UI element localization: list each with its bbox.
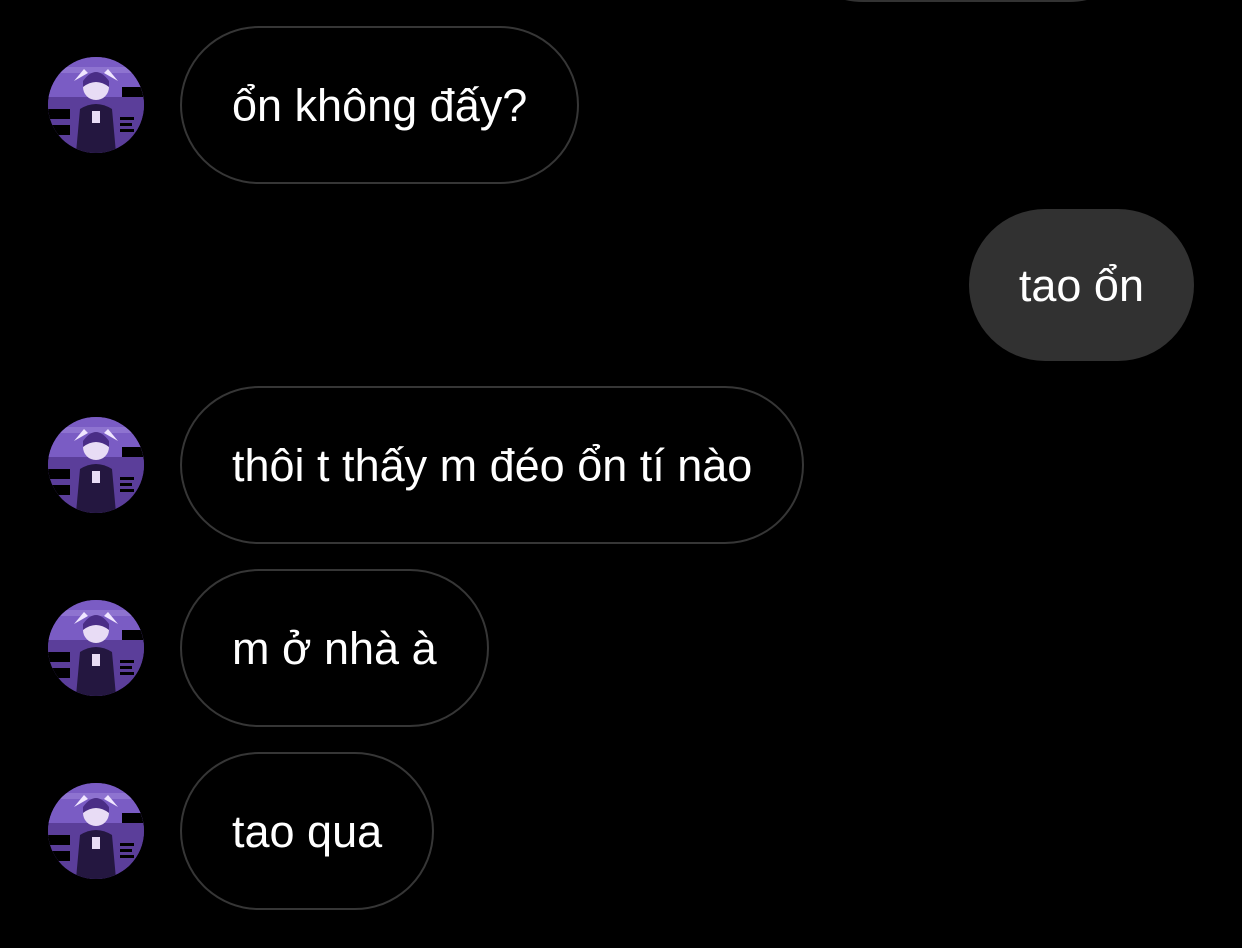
message-text: tao ổn bbox=[1018, 259, 1144, 311]
message-text: m ở nhà à bbox=[232, 622, 437, 674]
anime-character-avatar-icon bbox=[48, 417, 144, 513]
incoming-message-bubble[interactable]: thôi t thấy m đéo ổn tí nào bbox=[180, 386, 805, 544]
contact-avatar[interactable] bbox=[48, 600, 144, 696]
contact-avatar[interactable] bbox=[48, 57, 144, 153]
contact-avatar[interactable] bbox=[48, 783, 144, 879]
message-text: tao qua bbox=[232, 805, 383, 857]
contact-avatar[interactable] bbox=[48, 417, 144, 513]
outgoing-message-bubble[interactable]: tao ổn bbox=[968, 209, 1194, 361]
anime-character-avatar-icon bbox=[48, 57, 144, 153]
incoming-message-bubble[interactable]: ổn không đấy? bbox=[180, 26, 580, 184]
anime-character-avatar-icon bbox=[48, 783, 144, 879]
incoming-message-bubble[interactable]: m ở nhà à bbox=[180, 569, 489, 727]
previous-message-bubble-edge[interactable] bbox=[782, 0, 1150, 2]
message-text: ổn không đấy? bbox=[232, 79, 528, 131]
incoming-message-bubble[interactable]: tao qua bbox=[180, 752, 435, 910]
anime-character-avatar-icon bbox=[48, 600, 144, 696]
message-text: thôi t thấy m đéo ổn tí nào bbox=[232, 439, 753, 491]
